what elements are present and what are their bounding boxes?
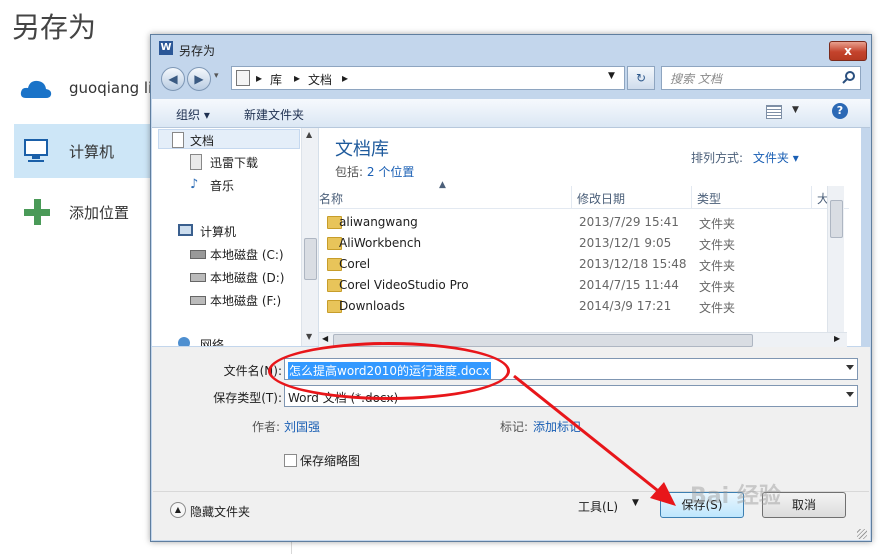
watermark: Bai 经验 [690, 484, 781, 509]
annotation-arrow [513, 374, 676, 506]
